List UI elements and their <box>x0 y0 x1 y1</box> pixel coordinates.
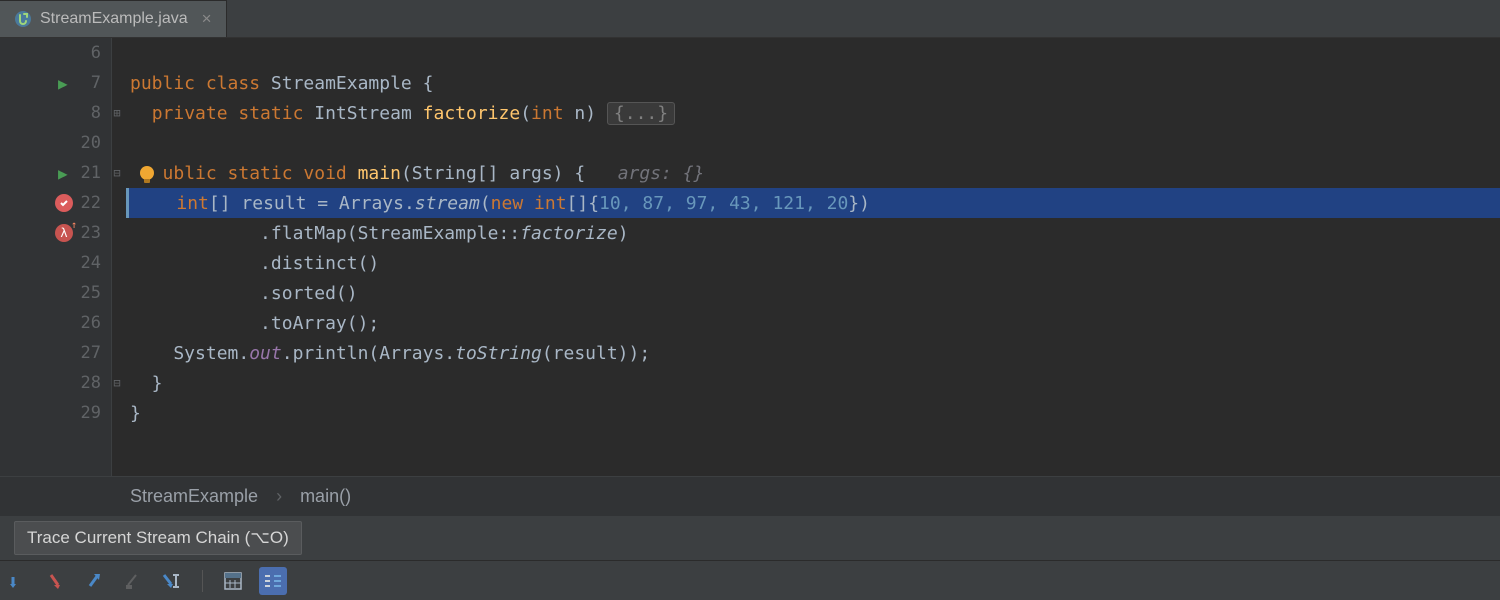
code-line: } <box>130 368 1500 398</box>
inline-hint: args: {} <box>585 163 704 184</box>
intention-bulb-icon[interactable] <box>136 164 158 186</box>
line-number: 21 <box>71 163 101 183</box>
line-number: 27 <box>71 343 101 363</box>
line-number: 24 <box>71 253 101 273</box>
close-icon[interactable]: × <box>202 9 212 29</box>
code-line: ublic static void main(String[] args) { … <box>130 158 1500 188</box>
breakpoint-icon[interactable] <box>55 194 73 212</box>
code-area[interactable]: public class StreamExample { private sta… <box>112 38 1500 476</box>
tooltip-row: Trace Current Stream Chain (⌥O) <box>0 516 1500 560</box>
line-number: 8 <box>71 103 101 123</box>
debug-toolbar <box>0 560 1500 600</box>
code-line: .sorted() <box>130 278 1500 308</box>
code-line: .toArray(); <box>130 308 1500 338</box>
line-number: 6 <box>71 43 101 63</box>
code-line: System.out.println(Arrays.toString(resul… <box>130 338 1500 368</box>
separator <box>202 570 203 592</box>
code-line: .flatMap(StreamExample::factorize) <box>130 218 1500 248</box>
file-tab[interactable]: StreamExample.java × <box>0 0 227 37</box>
line-number: 26 <box>71 313 101 333</box>
fold-collapse-icon[interactable]: ⊟ <box>111 376 123 390</box>
line-number: 28 <box>71 373 101 393</box>
breadcrumb-method[interactable]: main() <box>300 486 351 507</box>
line-number: 22 <box>71 193 101 213</box>
step-over-icon[interactable] <box>8 569 32 593</box>
code-editor[interactable]: 6 ▶7 8⊞ 20 ▶21⊟ 22 λ↑23 24 25 26 27 28⊟ … <box>0 38 1500 476</box>
editor-tab-bar: StreamExample.java × <box>0 0 1500 38</box>
breadcrumb-class[interactable]: StreamExample <box>130 486 258 507</box>
lambda-breakpoint-icon[interactable]: λ↑ <box>55 224 73 242</box>
java-class-icon <box>14 10 32 28</box>
line-number: 25 <box>71 283 101 303</box>
gutter[interactable]: 6 ▶7 8⊞ 20 ▶21⊟ 22 λ↑23 24 25 26 27 28⊟ … <box>0 38 112 476</box>
code-line <box>130 128 1500 158</box>
step-out-icon[interactable] <box>122 569 146 593</box>
line-number: 7 <box>71 73 101 93</box>
fold-collapse-icon[interactable]: ⊟ <box>111 166 123 180</box>
code-line: private static IntStream factorize(int n… <box>130 98 1500 128</box>
step-into-icon[interactable] <box>46 569 70 593</box>
code-line: } <box>130 398 1500 428</box>
run-icon[interactable]: ▶ <box>58 164 68 183</box>
tab-filename: StreamExample.java <box>40 10 188 28</box>
code-line-current: int[] result = Arrays.stream(new int[]{1… <box>126 188 1500 218</box>
folded-region[interactable]: {...} <box>607 102 675 125</box>
line-number: 29 <box>71 403 101 423</box>
run-to-cursor-icon[interactable] <box>160 569 184 593</box>
chevron-right-icon: › <box>276 486 282 507</box>
code-line: .distinct() <box>130 248 1500 278</box>
run-icon[interactable]: ▶ <box>58 74 68 93</box>
code-line: public class StreamExample { <box>130 68 1500 98</box>
line-number: 20 <box>71 133 101 153</box>
trace-stream-chain-icon[interactable] <box>259 567 287 595</box>
force-step-into-icon[interactable] <box>84 569 108 593</box>
breadcrumbs-bar: StreamExample › main() <box>0 476 1500 516</box>
evaluate-expression-icon[interactable] <box>221 569 245 593</box>
fold-expand-icon[interactable]: ⊞ <box>111 106 123 120</box>
action-tooltip: Trace Current Stream Chain (⌥O) <box>14 521 302 555</box>
code-line <box>130 38 1500 68</box>
